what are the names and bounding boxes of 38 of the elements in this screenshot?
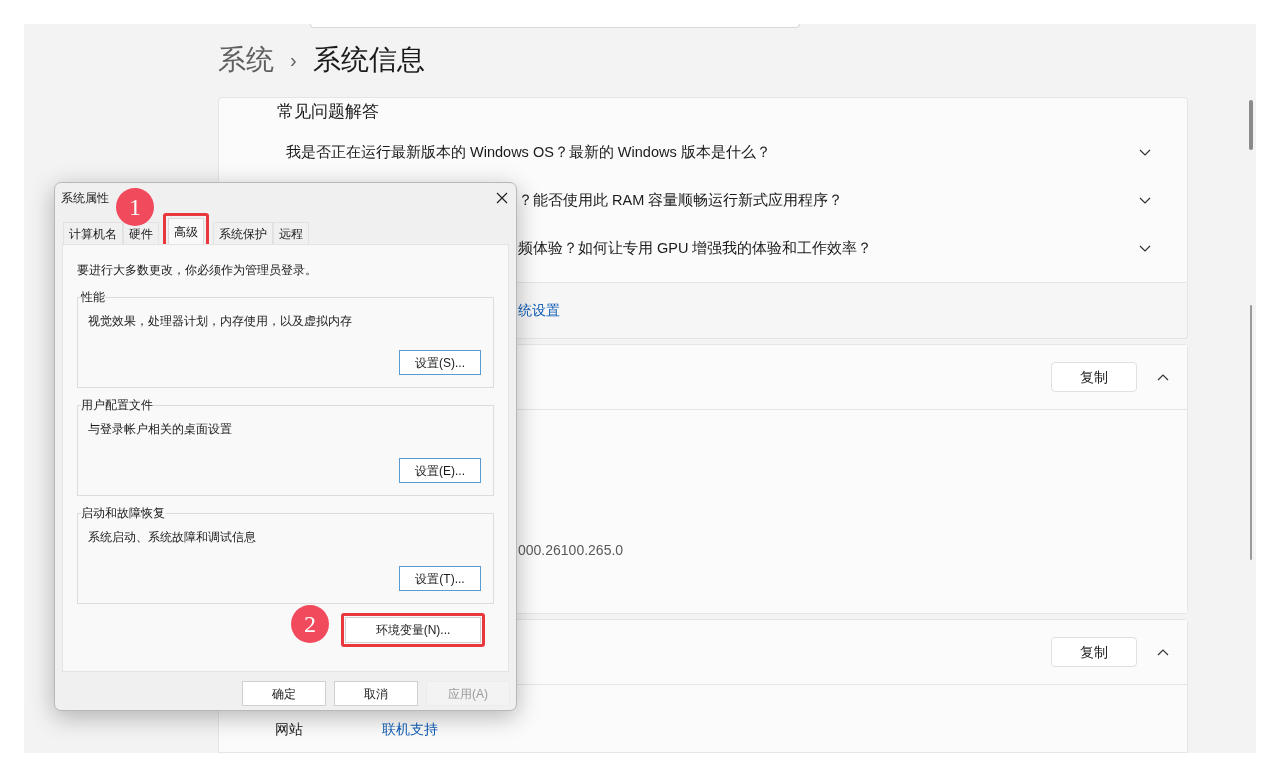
group-description: 与登录帐户相关的桌面设置 (88, 421, 233, 438)
environment-variables-button[interactable]: 环境变量(N)... (345, 617, 481, 643)
step-badge: 1 (116, 188, 154, 226)
dialog-button[interactable]: 取消 (334, 681, 418, 706)
breadcrumb-parent[interactable]: 系统 (218, 38, 274, 81)
support-link[interactable]: 联机支持 (382, 719, 438, 740)
settings-button[interactable]: 设置(T)... (399, 566, 481, 591)
group-title: 性能 (81, 289, 105, 305)
dialog-tab[interactable]: 计算机名 (63, 222, 123, 244)
website-label: 网站 (275, 720, 304, 739)
page-title: 系统信息 (312, 42, 425, 77)
breadcrumb-separator: › (290, 47, 297, 73)
dialog-tab[interactable]: 远程 (273, 222, 309, 244)
faq-title: 常见问题解答 (277, 101, 380, 123)
group-title: 用户配置文件 (81, 397, 153, 413)
dialog-tab[interactable]: 高级 (168, 218, 204, 244)
related-link[interactable]: 统设置 (518, 300, 560, 321)
chevron-down-icon[interactable] (1139, 148, 1151, 157)
dialog-tab[interactable]: 系统保护 (213, 222, 273, 244)
dialog-button[interactable]: 确定 (242, 681, 326, 706)
chevron-down-icon[interactable] (1139, 244, 1151, 253)
chevron-up-icon[interactable] (1157, 648, 1169, 656)
copy-button[interactable]: 复制 (1051, 637, 1137, 667)
dialog-title: 系统属性 (61, 190, 109, 207)
group-title: 启动和故障恢复 (81, 505, 165, 521)
admin-notice: 要进行大多数更改，你必须作为管理员登录。 (77, 262, 318, 279)
group-description: 系统启动、系统故障和调试信息 (88, 529, 257, 546)
group-description: 视觉效果，处理器计划，内存使用，以及虚拟内存 (88, 313, 353, 330)
chevron-up-icon[interactable] (1157, 373, 1169, 381)
version-value: 000.26100.265.0 (518, 542, 624, 558)
close-icon[interactable] (496, 192, 508, 204)
settings-button[interactable]: 设置(E)... (399, 458, 481, 483)
settings-button[interactable]: 设置(S)... (399, 350, 481, 375)
copy-button[interactable]: 复制 (1051, 362, 1137, 392)
faq-item[interactable]: 我是否正在运行最新版本的 Windows OS？最新的 Windows 版本是什么？ (219, 128, 1187, 177)
dialog-tab[interactable]: 硬件 (123, 222, 159, 244)
chevron-down-icon[interactable] (1139, 196, 1151, 205)
faq-item[interactable]: ？能否使用此 RAM 容量顺畅运行新式应用程序？ (219, 176, 1187, 225)
